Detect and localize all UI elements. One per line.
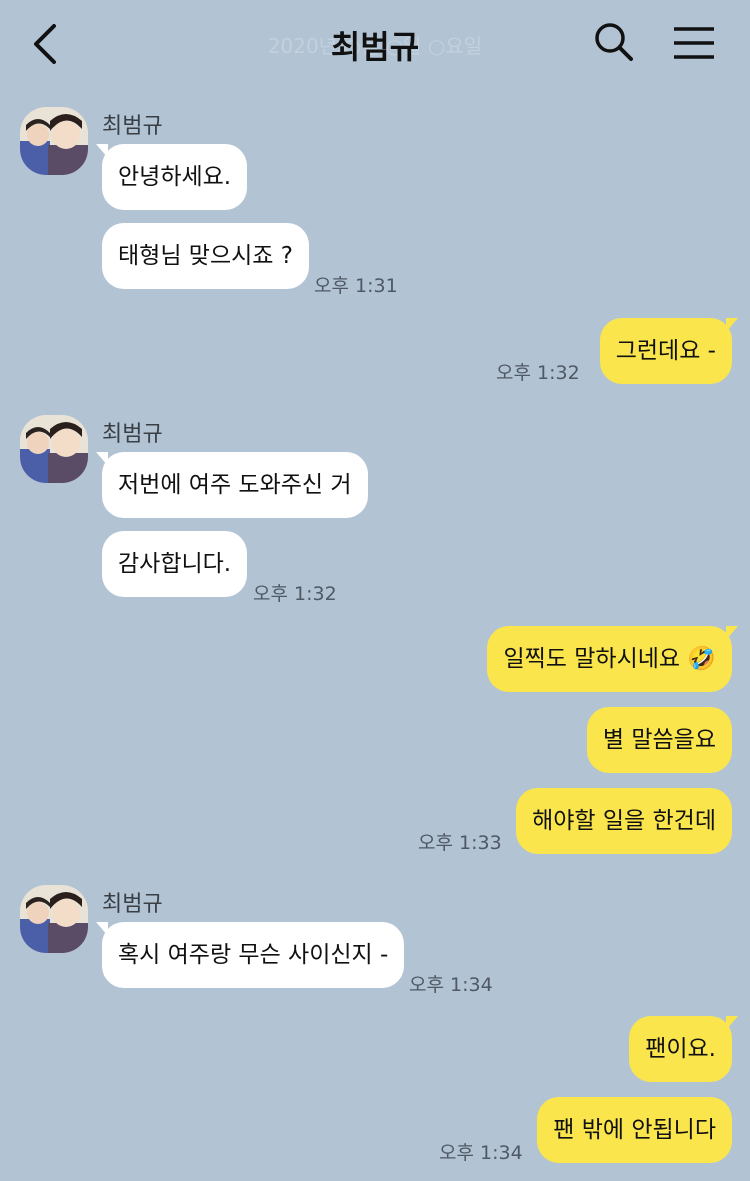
message-time: 오후 1:32	[496, 362, 580, 384]
message-bubble[interactable]: 별 말씀을요	[586, 707, 732, 773]
message-bubble[interactable]: 혹시 여주랑 무슨 사이신지 -	[102, 922, 405, 988]
search-button[interactable]	[592, 20, 636, 64]
search-icon	[595, 23, 633, 61]
message-time: 오후 1:34	[409, 974, 493, 996]
chat-title: 최범규	[330, 28, 420, 66]
menu-button[interactable]	[672, 24, 716, 64]
profile-photo-icon	[20, 107, 88, 175]
message-time: 오후 1:32	[253, 583, 337, 605]
message-bubble[interactable]: 저번에 여주 도와주신 거	[102, 452, 368, 518]
message-bubble[interactable]: 태형님 맞으시죠 ?	[102, 223, 309, 289]
message-time: 오후 1:34	[439, 1142, 523, 1164]
message-bubble[interactable]: 그런데요 -	[599, 318, 732, 384]
message-bubble[interactable]: 일찍도 말하시네요 🤣	[487, 626, 732, 692]
profile-photo-icon	[20, 415, 88, 483]
message-time: 오후 1:31	[314, 275, 398, 297]
profile-photo-icon	[20, 885, 88, 953]
bubble-tail	[726, 626, 738, 640]
avatar[interactable]	[20, 107, 88, 175]
bubble-tail	[726, 1016, 738, 1030]
bubble-tail	[726, 318, 738, 332]
message-bubble[interactable]: 팬 밖에 안됩니다	[537, 1097, 732, 1163]
sender-name: 최범규	[102, 422, 163, 447]
message-bubble[interactable]: 감사합니다.	[102, 531, 248, 597]
chat-header: 2020년 ○월 ○일 ○요일 최범규	[0, 0, 750, 88]
sender-name: 최범규	[102, 114, 163, 139]
message-bubble[interactable]: 해야할 일을 한건데	[516, 788, 732, 854]
hamburger-menu-icon	[674, 27, 714, 59]
message-time: 오후 1:33	[418, 832, 502, 854]
avatar[interactable]	[20, 415, 88, 483]
sender-name: 최범규	[102, 892, 163, 917]
message-bubble[interactable]: 안녕하세요.	[102, 144, 248, 210]
avatar[interactable]	[20, 885, 88, 953]
message-bubble[interactable]: 팬이요.	[629, 1016, 732, 1082]
